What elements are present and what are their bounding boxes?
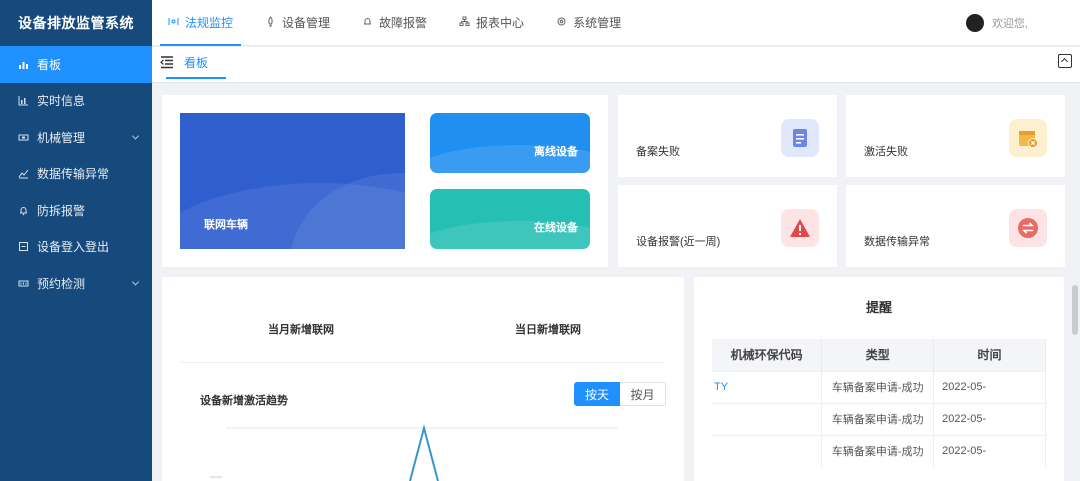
sidebar-item-label: 实时信息 (37, 94, 86, 109)
sidebar-item-label: 机械管理 (37, 130, 86, 145)
sidebar-item-login-logout[interactable]: 设备登入登出 (0, 229, 152, 266)
online-devices-card[interactable]: 在线设备 (430, 189, 590, 249)
nav-item-report[interactable]: 报表中心 (443, 0, 540, 46)
calendar-icon (1009, 119, 1047, 157)
cell-code (712, 434, 823, 467)
cell-type: 车辆备案申请-成功 (821, 370, 935, 403)
col-header-type: 类型 (821, 339, 935, 371)
chart-icon (18, 59, 29, 70)
overview-panel: 联网车辆 离线设备 在线设备 (162, 95, 608, 267)
top-navigation: 法规监控 设备管理 故障报警 报表中心 系统管理 欢迎您, (152, 0, 1080, 46)
trend-title: 设备新增激活趋势 (200, 395, 288, 407)
schedule-icon (18, 278, 29, 289)
transfer-error-label: 数据传输异常 (864, 236, 930, 248)
sidebar: 设备排放监管系统 看板 实时信息 机械管理 数据传输异常 防拆报警 设备登入登出… (0, 0, 152, 481)
page-scrollbar[interactable] (1072, 285, 1078, 335)
sidebar-item-tamper-alarm[interactable]: 防拆报警 (0, 192, 152, 229)
transfer-error-card[interactable]: 数据传输异常 (846, 185, 1065, 267)
nav-item-system[interactable]: 系统管理 (540, 0, 637, 46)
monitor-icon (168, 16, 179, 30)
table-row[interactable]: TY 车辆备案申请-成功 2022-05- (712, 370, 1046, 403)
cell-time: 2022-05- (933, 434, 1046, 467)
reminder-title: 提醒 (865, 300, 892, 315)
month-new-label: 当月新增联网 (268, 324, 334, 336)
chevron-down-icon (131, 132, 140, 140)
trend-panel: 当月新增联网 当日新增联网 设备新增激活趋势 按天 按月 (162, 277, 684, 481)
offline-devices-label: 离线设备 (534, 146, 578, 158)
bar-chart-icon (18, 95, 29, 106)
reminder-panel: 提醒 机械环保代码 类型 时间 TY 车辆备案申请-成功 2022-05- 车辆… (694, 277, 1064, 481)
day-new-label: 当日新增联网 (515, 324, 581, 336)
sidebar-item-machine[interactable]: 机械管理 (0, 119, 152, 156)
table-row[interactable]: 车辆备案申请-成功 2022-05- (712, 402, 1046, 435)
cell-code: TY (712, 370, 823, 403)
sidebar-item-transfer-error[interactable]: 数据传输异常 (0, 156, 152, 193)
connected-vehicles-label: 联网车辆 (204, 219, 248, 231)
machine-icon (18, 132, 29, 143)
tab-dashboard[interactable]: 看板 (166, 47, 226, 79)
by-month-button[interactable]: 按月 (620, 382, 666, 406)
sidebar-item-label: 看板 (37, 57, 62, 72)
tab-label: 看板 (183, 55, 208, 70)
activation-fail-card[interactable]: 激活失败 (846, 95, 1065, 177)
nav-item-fault[interactable]: 故障报警 (346, 0, 443, 46)
chevron-down-icon (131, 278, 140, 286)
activation-fail-label: 激活失败 (864, 146, 908, 158)
user-menu[interactable]: 欢迎您, (965, 14, 1028, 32)
col-header-code: 机械环保代码 (712, 339, 823, 371)
cell-time: 2022-05- (933, 370, 1046, 403)
nav-item-label: 设备管理 (282, 16, 331, 30)
filing-fail-label: 备案失败 (636, 146, 680, 158)
connected-vehicles-card[interactable]: 联网车辆 (180, 113, 405, 249)
device-alarm-card[interactable]: 设备报警(近一周) (618, 185, 837, 267)
reminder-table: 机械环保代码 类型 时间 TY 车辆备案申请-成功 2022-05- 车辆备案申… (712, 339, 1046, 467)
bell-icon (18, 205, 29, 216)
trend-line (409, 424, 439, 481)
nav-item-label: 报表中心 (476, 16, 525, 30)
cell-type: 车辆备案申请-成功 (821, 402, 935, 435)
sidebar-item-realtime[interactable]: 实时信息 (0, 83, 152, 120)
avatar[interactable] (965, 14, 984, 32)
trend-chart (210, 424, 618, 481)
trend-icon (18, 168, 29, 179)
sidebar-item-appointment[interactable]: 预约检测 (0, 265, 152, 302)
rocket-icon (265, 15, 276, 30)
nav-item-regulation[interactable]: 法规监控 (152, 0, 249, 46)
sidebar-item-label: 设备登入登出 (37, 240, 110, 255)
nav-item-label: 系统管理 (573, 16, 622, 30)
login-icon (18, 241, 29, 252)
tabs-bar: 看板 (152, 47, 1080, 83)
col-header-time: 时间 (933, 339, 1046, 371)
offline-devices-card[interactable]: 离线设备 (430, 113, 590, 173)
cell-type: 车辆备案申请-成功 (821, 434, 935, 467)
filing-fail-card[interactable]: 备案失败 (618, 95, 837, 177)
online-devices-label: 在线设备 (534, 222, 578, 234)
by-day-button[interactable]: 按天 (574, 382, 620, 406)
fullscreen-icon[interactable] (1058, 54, 1072, 68)
cell-time: 2022-05- (933, 402, 1046, 435)
sidebar-item-label: 预约检测 (37, 276, 86, 291)
app-title: 设备排放监管系统 (18, 15, 134, 31)
welcome-text: 欢迎您, (991, 18, 1028, 30)
sidebar-item-label: 防拆报警 (37, 203, 86, 218)
bell-icon (362, 16, 373, 30)
nav-item-device[interactable]: 设备管理 (249, 0, 346, 46)
org-chart-icon (459, 16, 470, 30)
exchange-icon (1009, 209, 1047, 247)
device-alarm-label: 设备报警(近一周) (636, 236, 721, 248)
sidebar-item-label: 数据传输异常 (37, 167, 110, 182)
period-toggle: 按天 按月 (574, 382, 666, 406)
nav-item-label: 故障报警 (379, 16, 428, 30)
sidebar-item-dashboard[interactable]: 看板 (0, 46, 152, 83)
table-row[interactable]: 车辆备案申请-成功 2022-05- (712, 434, 1046, 467)
nav-item-label: 法规监控 (185, 16, 234, 30)
cell-code (712, 402, 823, 435)
warning-icon (781, 209, 819, 247)
document-icon (781, 119, 819, 157)
gear-icon (556, 16, 567, 30)
